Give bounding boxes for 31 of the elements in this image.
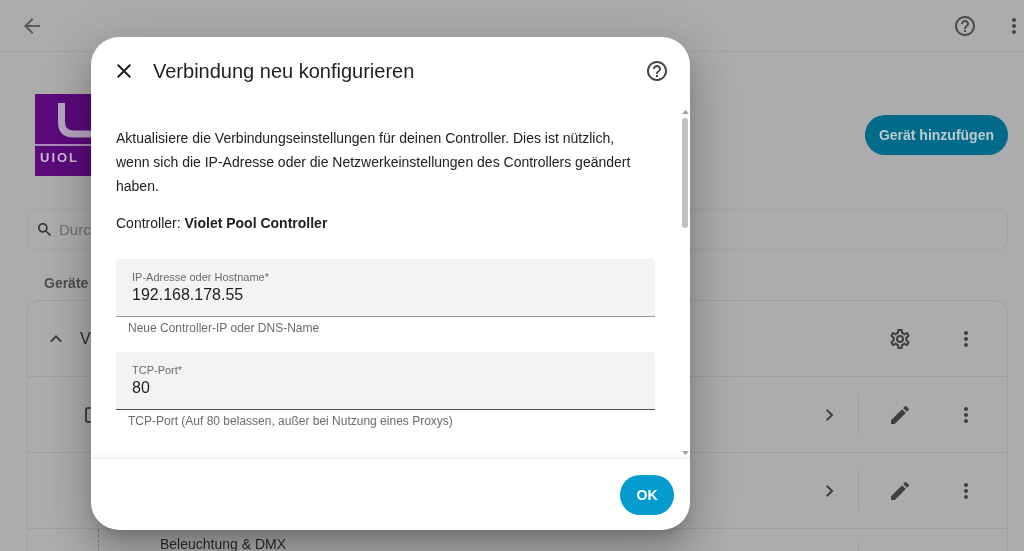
help-icon[interactable]	[955, 15, 975, 36]
more-options-icon[interactable]	[1012, 17, 1016, 34]
device-title: V	[80, 329, 91, 348]
scrollbar-thumb[interactable]	[682, 118, 688, 228]
settings-icon[interactable]	[890, 328, 910, 349]
help-icon[interactable]	[647, 61, 667, 81]
scroll-up-arrow-icon[interactable]	[681, 110, 689, 114]
input-field[interactable]: TCP-Port* 80	[116, 352, 655, 410]
section-label: Geräte	[44, 275, 89, 291]
dialog-title: Verbindung neu konfigurieren	[153, 59, 415, 83]
edit-icon[interactable]	[891, 405, 909, 424]
scroll-down-arrow-icon[interactable]	[681, 451, 689, 455]
helper-text: TCP-Port (Auf 80 belassen, außer bei Nutzung eines Proxys)	[128, 413, 453, 429]
sub-device-name: Beleuchtung & DMX	[160, 536, 287, 551]
description-text: Aktualisiere die Verbindungseinstellungen für deinen Controller. Dies ist nützlich, wenn sich die IP-Adresse oder die Netzwerkeinstellungen des Controllers geändert haben.	[116, 129, 632, 196]
add-device-button[interactable]: Gerät hinzufügen	[864, 115, 1008, 155]
more-options-icon[interactable]	[964, 406, 968, 423]
more-options-icon[interactable]	[964, 330, 968, 347]
more-options-icon[interactable]	[964, 482, 968, 499]
close-icon[interactable]	[117, 64, 131, 78]
controller-name-text: Controller: Violet Pool Controller	[116, 214, 328, 233]
back-arrow-icon[interactable]	[24, 17, 40, 34]
chevron-right-icon[interactable]	[826, 484, 834, 497]
input-field[interactable]: IP-Adresse oder Hostname* 192.168.178.55	[116, 259, 655, 317]
chevron-right-icon[interactable]	[826, 408, 834, 421]
search-icon	[38, 223, 51, 236]
logo-text: UIOL	[40, 151, 80, 165]
device-icon	[85, 406, 91, 423]
chevron-icon[interactable]	[50, 334, 62, 343]
edit-icon[interactable]	[891, 481, 909, 500]
helper-text: Neue Controller-IP oder DNS-Name	[128, 320, 320, 336]
